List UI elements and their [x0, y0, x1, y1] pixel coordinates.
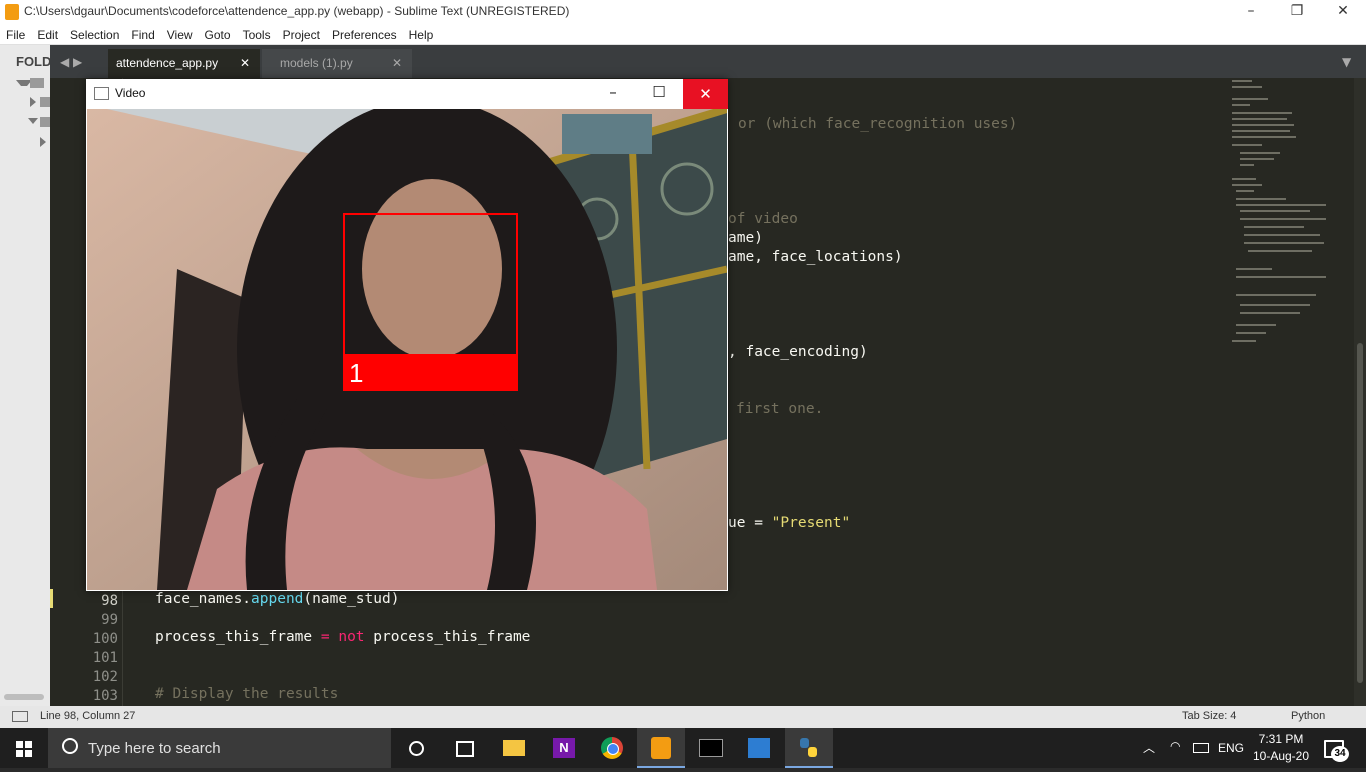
- line-number-current: 98: [101, 593, 118, 609]
- sidebar-folders-header: FOLD: [16, 54, 50, 69]
- onenote-icon[interactable]: N: [540, 728, 588, 768]
- minimize-button[interactable]: –: [1228, 0, 1274, 24]
- code-line-100: process_this_frame = not process_this_fr…: [155, 629, 531, 645]
- scrollbar-thumb[interactable]: [1357, 343, 1363, 683]
- window-title-bar: C:\Users\dgaur\Documents\codeforce\atten…: [0, 0, 1366, 24]
- battery-icon[interactable]: [1193, 743, 1209, 753]
- face-label: 1: [349, 358, 364, 388]
- chevron-down-icon[interactable]: [28, 118, 38, 124]
- chrome-icon[interactable]: [588, 728, 636, 768]
- clock-date[interactable]: 10-Aug-20: [1252, 749, 1310, 763]
- tab-bar: ◀ ▶ attendence_app.py ✕ models (1).py ✕ …: [50, 45, 1366, 78]
- menu-bar: File Edit Selection Find View Goto Tools Projec…: [0, 24, 1366, 45]
- line-number: 102: [92, 669, 118, 685]
- menu-help[interactable]: Help: [403, 26, 440, 44]
- line-number: 100: [92, 631, 118, 647]
- code-fragment: ue = "Present": [728, 515, 851, 531]
- tab-attendence-app[interactable]: attendence_app.py ✕: [108, 49, 260, 78]
- taskbar-search[interactable]: Type here to search: [48, 728, 391, 768]
- tab-models[interactable]: models (1).py ✕: [262, 49, 412, 78]
- menu-file[interactable]: File: [0, 26, 31, 44]
- menu-preferences[interactable]: Preferences: [326, 26, 403, 44]
- tab-list-dropdown-icon[interactable]: ▼: [1342, 55, 1351, 69]
- tab-close-icon[interactable]: ✕: [240, 49, 250, 78]
- video-window-title: Video: [115, 86, 146, 100]
- video-minimize-button[interactable]: –: [593, 83, 633, 105]
- video-window[interactable]: Video – ☐ ✕ 1: [86, 79, 728, 591]
- menu-edit[interactable]: Edit: [31, 26, 64, 44]
- terminal-icon[interactable]: [686, 728, 734, 768]
- menu-selection[interactable]: Selection: [64, 26, 125, 44]
- menu-goto[interactable]: Goto: [199, 26, 237, 44]
- chevron-right-icon[interactable]: [30, 97, 36, 107]
- code-comment: or (which face_recognition uses): [738, 116, 1018, 132]
- window-title: C:\Users\dgaur\Documents\codeforce\atten…: [24, 4, 570, 18]
- line-number: 101: [92, 650, 118, 666]
- notification-count-badge: 34: [1331, 746, 1349, 762]
- minimap[interactable]: [1230, 78, 1352, 706]
- sublime-logo-icon: [5, 4, 19, 20]
- folder-icon[interactable]: [40, 117, 50, 127]
- chevron-up-icon[interactable]: ︿: [1143, 739, 1155, 756]
- close-button[interactable]: ✕: [1320, 0, 1366, 24]
- menu-view[interactable]: View: [161, 26, 199, 44]
- tab-label: models (1).py: [280, 56, 353, 70]
- video-maximize-button[interactable]: ☐: [639, 83, 679, 105]
- taskbar: Type here to search N ︿ ◠ ENG 7:31 PM 10…: [0, 728, 1366, 768]
- clock-time[interactable]: 7:31 PM: [1258, 732, 1304, 746]
- cursor-position: Line 98, Column 27: [40, 710, 136, 722]
- chevron-right-icon[interactable]: [40, 137, 46, 147]
- tab-close-icon[interactable]: ✕: [392, 49, 402, 78]
- video-title-bar: Video – ☐ ✕: [86, 79, 728, 109]
- sidebar: FOLD: [0, 45, 50, 706]
- tab-label: attendence_app.py: [116, 56, 219, 70]
- code-line-103: # Display the results: [155, 686, 339, 702]
- tab-size[interactable]: Tab Size: 4: [1182, 710, 1236, 722]
- face-label-banner: 1: [343, 354, 518, 391]
- sublime-taskbar-icon[interactable]: [637, 728, 685, 768]
- status-bar: Line 98, Column 27 Tab Size: 4 Python: [0, 706, 1366, 728]
- code-fragment: ame, face_locations): [728, 249, 903, 265]
- editor-scrollbar[interactable]: [1354, 78, 1366, 706]
- video-window-icon: [94, 87, 109, 100]
- start-button[interactable]: [0, 728, 48, 768]
- panel-toggle-icon[interactable]: [12, 711, 28, 722]
- menu-find[interactable]: Find: [125, 26, 160, 44]
- tab-nav-arrows-icon[interactable]: ◀ ▶: [60, 55, 82, 69]
- code-line-98: face_names.append(name_stud): [155, 591, 400, 607]
- line-number: 103: [92, 688, 118, 704]
- file-explorer-icon[interactable]: [490, 728, 538, 768]
- search-icon: [62, 738, 78, 754]
- wifi-icon[interactable]: ◠: [1170, 739, 1180, 753]
- folder-icon[interactable]: [30, 78, 44, 88]
- python-icon[interactable]: [785, 728, 833, 768]
- line-number: 99: [101, 612, 118, 628]
- language-indicator[interactable]: ENG: [1218, 741, 1244, 755]
- search-placeholder: Type here to search: [88, 740, 221, 757]
- maximize-button[interactable]: ❐: [1274, 0, 1320, 24]
- menu-tools[interactable]: Tools: [237, 26, 277, 44]
- code-fragment: , face_encoding): [728, 344, 868, 360]
- photos-icon[interactable]: [735, 728, 783, 768]
- webcam-frame: 1: [87, 109, 727, 590]
- code-comment: of video: [728, 211, 798, 227]
- code-fragment: ame): [728, 230, 763, 246]
- folder-icon[interactable]: [40, 97, 50, 107]
- cortana-icon[interactable]: [392, 728, 440, 768]
- task-view-icon[interactable]: [440, 728, 488, 768]
- syntax-mode[interactable]: Python: [1291, 710, 1325, 722]
- code-comment: first one.: [736, 401, 824, 417]
- video-close-button[interactable]: ✕: [683, 79, 728, 109]
- menu-project[interactable]: Project: [277, 26, 326, 44]
- sidebar-scrollbar[interactable]: [4, 694, 44, 700]
